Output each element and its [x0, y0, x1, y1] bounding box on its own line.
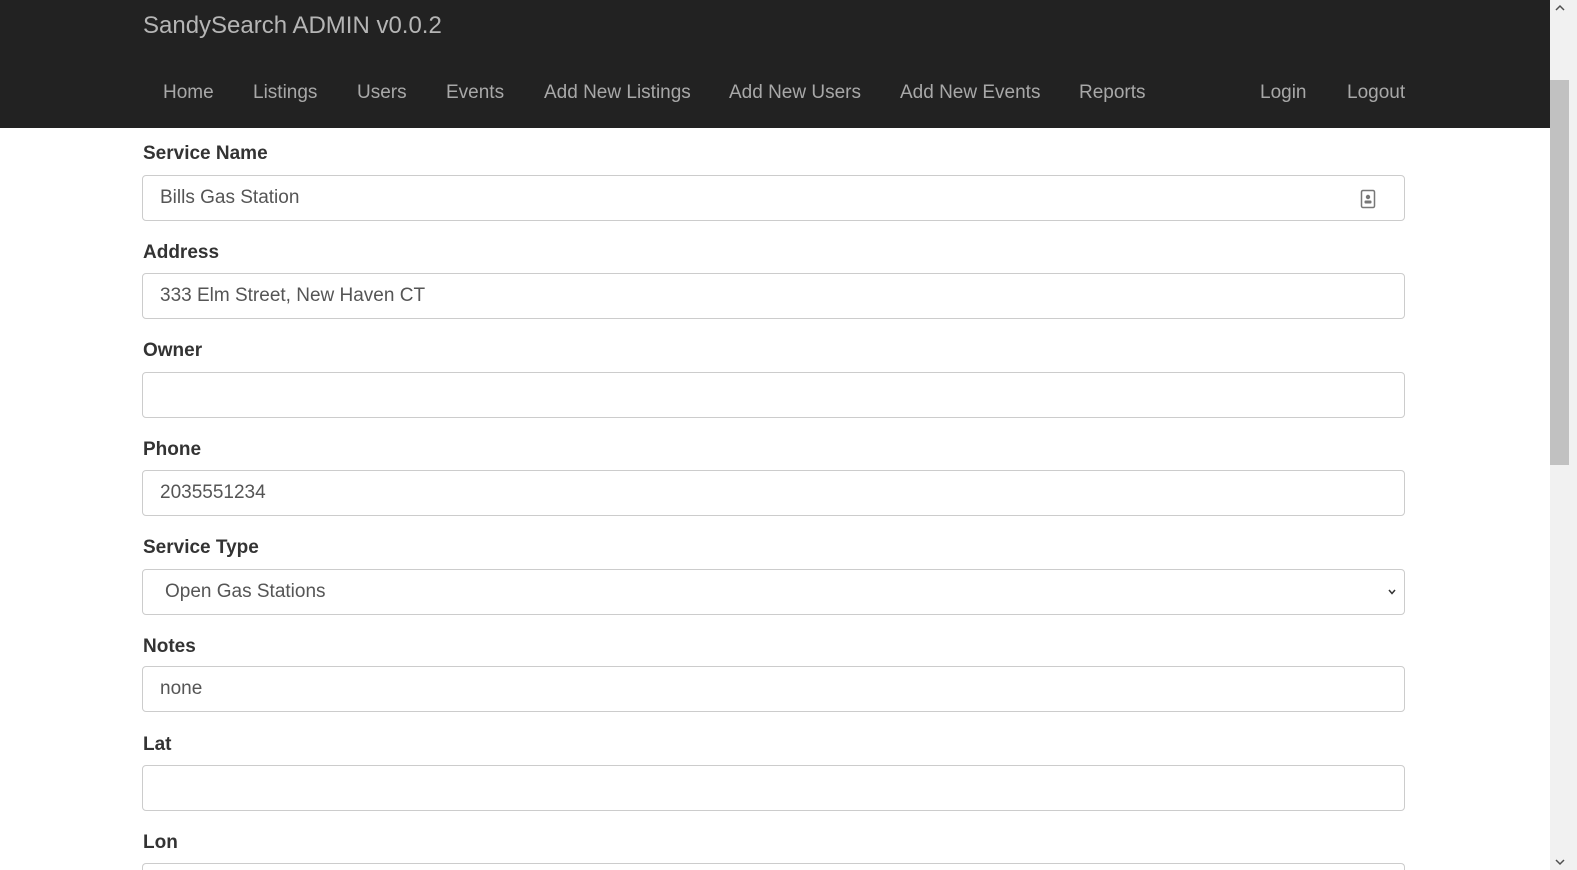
service-name-input[interactable]: Bills Gas Station	[142, 175, 1405, 221]
address-value: 333 Elm Street, New Haven CT	[160, 285, 426, 306]
lat-input[interactable]	[142, 765, 1405, 811]
scroll-down-arrow-icon[interactable]	[1554, 858, 1566, 866]
nav-home[interactable]: Home	[163, 82, 214, 104]
owner-label: Owner	[143, 340, 203, 361]
lon-input[interactable]	[142, 863, 1405, 870]
nav-listings[interactable]: Listings	[253, 82, 317, 104]
page-scrollbar[interactable]	[1550, 0, 1577, 870]
contact-card-icon[interactable]	[1360, 189, 1376, 209]
scrollbar-thumb[interactable]	[1550, 80, 1569, 465]
service-name-value: Bills Gas Station	[160, 187, 300, 208]
owner-input[interactable]	[142, 372, 1405, 418]
phone-label: Phone	[143, 439, 202, 460]
nav-add-new-listings[interactable]: Add New Listings	[544, 82, 691, 104]
nav-reports[interactable]: Reports	[1079, 82, 1146, 104]
lat-label: Lat	[143, 734, 172, 755]
lon-label: Lon	[143, 832, 178, 853]
nav-users[interactable]: Users	[357, 82, 407, 104]
scroll-up-arrow-icon[interactable]	[1554, 4, 1566, 12]
notes-label: Notes	[143, 636, 196, 657]
nav-events[interactable]: Events	[446, 82, 504, 104]
top-navbar: SandySearch ADMIN v0.0.2 Home Listings U…	[0, 0, 1550, 128]
address-label: Address	[143, 242, 220, 263]
listing-form: Service Name Bills Gas Station Address 3…	[0, 128, 1550, 870]
nav-add-new-events[interactable]: Add New Events	[900, 82, 1040, 104]
chevron-down-icon	[1388, 589, 1396, 595]
nav-logout[interactable]: Logout	[1347, 82, 1405, 104]
notes-input[interactable]: none	[142, 666, 1405, 712]
service-type-label: Service Type	[143, 537, 259, 558]
brand-link[interactable]: SandySearch ADMIN v0.0.2	[143, 12, 442, 40]
phone-input[interactable]: 2035551234	[142, 470, 1405, 516]
nav-login[interactable]: Login	[1260, 82, 1307, 104]
address-input[interactable]: 333 Elm Street, New Haven CT	[142, 273, 1405, 319]
service-type-select[interactable]: Open Gas Stations	[142, 569, 1405, 615]
notes-value: none	[160, 678, 203, 699]
nav-add-new-users[interactable]: Add New Users	[729, 82, 861, 104]
service-name-label: Service Name	[143, 143, 268, 164]
service-type-value: Open Gas Stations	[165, 581, 326, 602]
phone-value: 2035551234	[160, 482, 266, 503]
